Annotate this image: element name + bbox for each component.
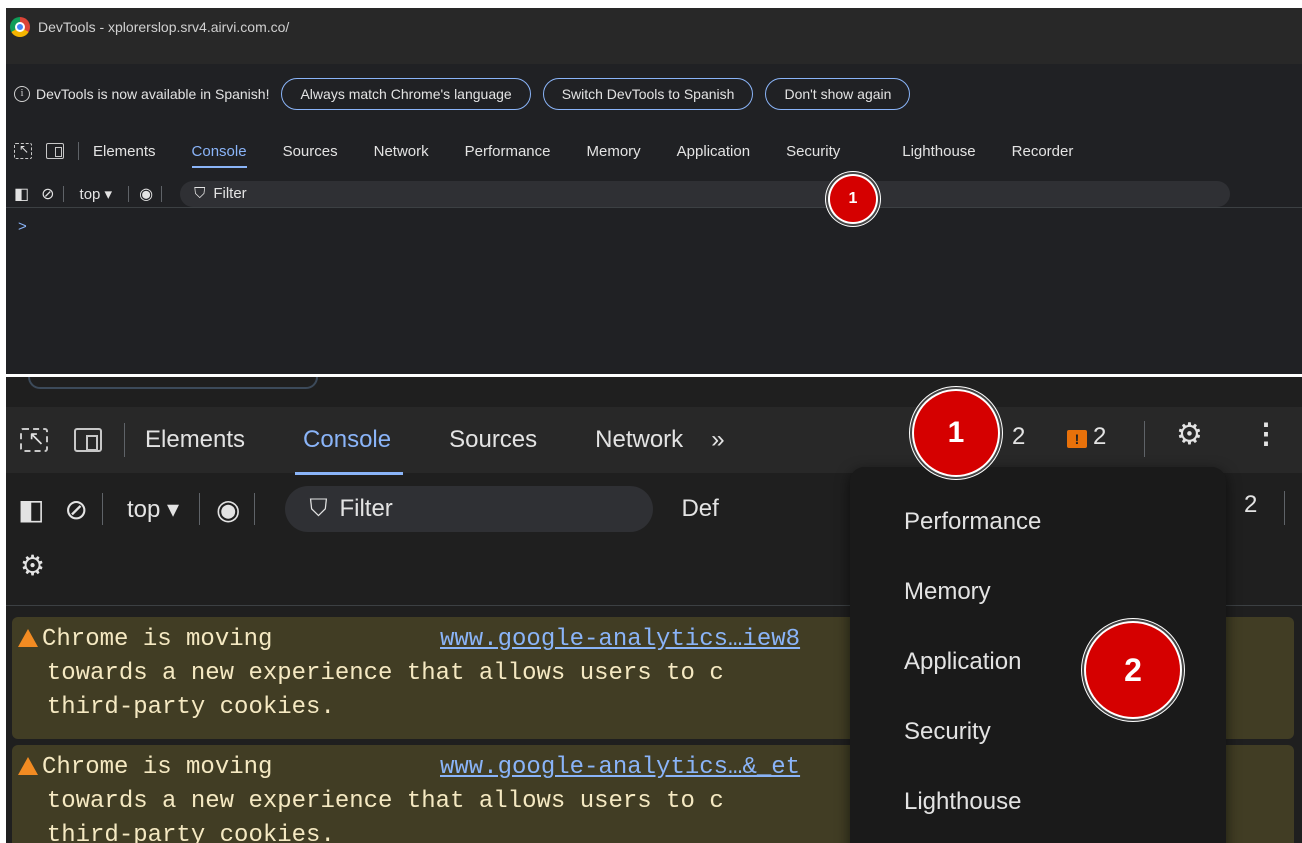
log-levels-dropdown[interactable]: Def [681,495,718,523]
settings-gear-icon[interactable]: ⚙ [1176,417,1203,452]
annotation-badge-2: 2 [1086,623,1180,717]
window-title: DevTools - xplorerslop.srv4.airvi.com.co… [38,19,290,35]
tab-performance[interactable]: Performance [465,143,551,160]
warning-text: Chrome is moving [42,754,273,781]
device-toolbar-icon[interactable] [74,428,102,452]
annotation-badge-1: 1 [914,391,998,475]
tab-elements[interactable]: Elements [93,143,156,160]
tab-lighthouse[interactable]: Lighthouse [902,143,975,160]
warning-icon [18,757,38,775]
tab-security[interactable]: Security [786,143,840,160]
context-selector[interactable]: top ▾ [80,185,113,203]
always-match-language-button[interactable]: Always match Chrome's language [281,78,531,110]
filter-placeholder: Filter [339,495,393,522]
issues-count[interactable]: 2 [1093,423,1106,451]
eye-icon[interactable]: ◉ [216,493,240,526]
issue-count-right: 2 [1244,491,1258,518]
tab-network[interactable]: Network [374,143,429,160]
console-toolbar: ◧ ⊘ top ▾ ◉ ⛉ Filter [6,180,1302,208]
filter-input[interactable]: ⛉ Filter [180,180,1231,207]
eye-icon[interactable]: ◉ [139,184,153,204]
tab-application[interactable]: Application [677,143,750,160]
title-bar: DevTools - xplorerslop.srv4.airvi.com.co… [6,8,1302,64]
panel-tab-bar-zoomed: Elements Console Sources Network » [6,407,1302,475]
filter-icon: ⛉ [194,185,206,202]
menu-item-performance[interactable]: Performance [850,487,1226,557]
more-tabs-chevron-icon[interactable]: » [711,426,724,454]
device-toolbar-icon[interactable] [46,143,64,159]
divider [78,142,79,160]
menu-item-security[interactable]: Security [850,697,1226,767]
menu-item-memory[interactable]: Memory [850,557,1226,627]
divider [1144,421,1145,457]
warning-text: Chrome is moving [42,626,273,653]
divider [1284,491,1285,525]
divider [101,493,103,525]
tab-memory[interactable]: Memory [587,143,641,160]
tab-console[interactable]: Console [295,426,404,475]
warning-icon [18,629,38,647]
sidebar-toggle-icon[interactable]: ◧ [18,493,44,526]
inspect-element-icon[interactable] [14,142,32,159]
issues-icon[interactable]: ! [1067,430,1087,448]
tab-console[interactable]: Console [191,143,247,168]
info-icon: i [14,86,30,102]
tab-sources[interactable]: Sources [449,426,537,454]
filter-input[interactable]: ⛉ Filter [285,486,654,532]
top-devtools-window: DevTools - xplorerslop.srv4.airvi.com.co… [6,8,1302,374]
clear-console-icon[interactable]: ⊘ [64,493,87,526]
context-selector[interactable]: top ▾ [127,495,179,524]
divider [199,493,201,525]
chrome-logo-icon [10,17,30,37]
divider [124,423,125,457]
cropped-button-edge [28,377,318,389]
console-prompt[interactable]: > [18,218,27,235]
divider [161,185,163,202]
annotation-badge-1: 1 [830,176,876,222]
inspect-element-icon[interactable] [20,426,48,452]
panel-tab-bar: Elements Console Sources Network Perform… [6,134,1302,168]
filter-placeholder: Filter [213,185,247,202]
tab-network[interactable]: Network [595,426,683,454]
tab-elements[interactable]: Elements [145,426,245,454]
bottom-devtools-zoomed: Elements Console Sources Network » 2 ! 2… [6,377,1302,843]
menu-item-lighthouse[interactable]: Lighthouse [850,767,1226,837]
switch-to-spanish-button[interactable]: Switch DevTools to Spanish [542,78,754,110]
filter-icon: ⛉ [309,495,328,522]
tab-recorder[interactable]: Recorder [1012,143,1074,160]
tab-sources[interactable]: Sources [283,143,338,160]
dont-show-again-button[interactable]: Don't show again [765,78,911,110]
source-link[interactable]: www.google-analytics…iew8 [440,623,800,657]
divider [128,185,130,202]
source-link[interactable]: www.google-analytics…&_et [440,751,800,785]
divider [254,493,256,525]
sidebar-toggle-icon[interactable]: ◧ [14,184,29,204]
divider [62,185,64,202]
kebab-menu-icon[interactable]: ⋮ [1252,417,1280,450]
clear-console-icon[interactable]: ⊘ [41,184,54,204]
infobar-text: DevTools is now available in Spanish! [36,86,270,102]
language-infobar: i DevTools is now available in Spanish! … [6,76,1302,112]
issue-count[interactable]: 2 [1012,423,1025,451]
console-settings-gear-icon[interactable]: ⚙ [20,549,45,582]
